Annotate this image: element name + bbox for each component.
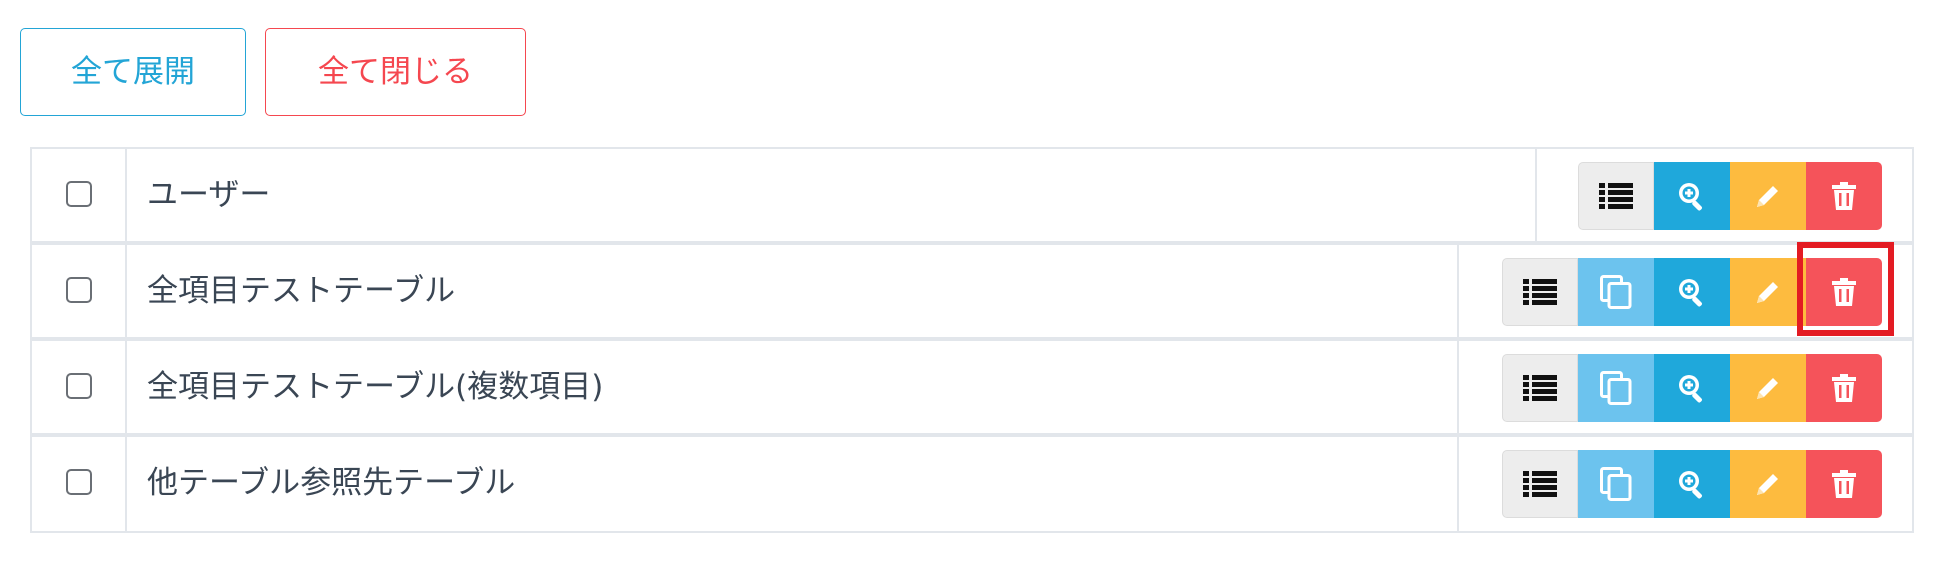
list-icon bbox=[1523, 375, 1557, 401]
copy-icon bbox=[1600, 371, 1632, 405]
copy-button[interactable] bbox=[1578, 258, 1654, 326]
copy-icon bbox=[1600, 467, 1632, 501]
edit-button[interactable] bbox=[1730, 258, 1806, 326]
table-row: 全項目テストテーブル bbox=[32, 245, 1912, 341]
expand-all-button[interactable]: 全て展開 bbox=[20, 28, 246, 116]
table-name: ユーザー bbox=[147, 177, 271, 213]
table-name: 全項目テストテーブル bbox=[147, 273, 456, 309]
collapse-all-button[interactable]: 全て閉じる bbox=[265, 28, 526, 116]
actions-cell bbox=[1457, 437, 1912, 531]
delete-button[interactable] bbox=[1806, 354, 1882, 422]
view-button[interactable] bbox=[1654, 354, 1730, 422]
pencil-icon bbox=[1754, 470, 1782, 498]
checkbox-cell bbox=[32, 341, 127, 433]
edit-button[interactable] bbox=[1730, 354, 1806, 422]
row-checkbox[interactable] bbox=[66, 277, 92, 303]
zoom-in-icon bbox=[1677, 181, 1707, 211]
action-buttons bbox=[1502, 354, 1882, 422]
actions-cell bbox=[1457, 341, 1912, 433]
zoom-in-icon bbox=[1677, 469, 1707, 499]
action-buttons bbox=[1578, 162, 1882, 230]
delete-button[interactable] bbox=[1806, 450, 1882, 518]
list-button[interactable] bbox=[1502, 258, 1578, 326]
copy-button[interactable] bbox=[1578, 450, 1654, 518]
zoom-in-icon bbox=[1677, 373, 1707, 403]
table-name: 全項目テストテーブル(複数項目) bbox=[147, 369, 604, 405]
zoom-in-icon bbox=[1677, 277, 1707, 307]
copy-button[interactable] bbox=[1578, 354, 1654, 422]
view-button[interactable] bbox=[1654, 162, 1730, 230]
table-list: ユーザー 全項目テストテーブル 全項目テストテーブル(複数項目) 他テーブル参照… bbox=[30, 147, 1914, 533]
actions-cell bbox=[1457, 245, 1912, 337]
delete-button[interactable] bbox=[1806, 162, 1882, 230]
pencil-icon bbox=[1754, 182, 1782, 210]
row-checkbox[interactable] bbox=[66, 181, 92, 207]
delete-button[interactable] bbox=[1806, 258, 1882, 326]
list-button[interactable] bbox=[1502, 450, 1578, 518]
action-buttons bbox=[1502, 450, 1882, 518]
checkbox-cell bbox=[32, 437, 127, 531]
list-icon bbox=[1523, 279, 1557, 305]
list-icon bbox=[1523, 471, 1557, 497]
pencil-icon bbox=[1754, 278, 1782, 306]
row-checkbox[interactable] bbox=[66, 469, 92, 495]
pencil-icon bbox=[1754, 374, 1782, 402]
trash-icon bbox=[1832, 278, 1856, 306]
view-button[interactable] bbox=[1654, 258, 1730, 326]
action-buttons bbox=[1502, 258, 1882, 326]
list-button[interactable] bbox=[1502, 354, 1578, 422]
edit-button[interactable] bbox=[1730, 450, 1806, 518]
page: 全て展開 全て閉じる ユーザー 全項目テストテーブル 全項目テストテーブル(複数… bbox=[0, 0, 1950, 568]
table-name: 他テーブル参照先テーブル bbox=[147, 465, 516, 501]
actions-cell bbox=[1535, 149, 1912, 241]
trash-icon bbox=[1832, 374, 1856, 402]
table-row: 全項目テストテーブル(複数項目) bbox=[32, 341, 1912, 437]
checkbox-cell bbox=[32, 149, 127, 241]
table-row: 他テーブル参照先テーブル bbox=[32, 437, 1912, 533]
row-checkbox[interactable] bbox=[66, 373, 92, 399]
view-button[interactable] bbox=[1654, 450, 1730, 518]
table-row: ユーザー bbox=[32, 149, 1912, 245]
copy-icon bbox=[1600, 275, 1632, 309]
edit-button[interactable] bbox=[1730, 162, 1806, 230]
trash-icon bbox=[1832, 182, 1856, 210]
list-icon bbox=[1599, 183, 1633, 209]
trash-icon bbox=[1832, 470, 1856, 498]
checkbox-cell bbox=[32, 245, 127, 337]
list-button[interactable] bbox=[1578, 162, 1654, 230]
